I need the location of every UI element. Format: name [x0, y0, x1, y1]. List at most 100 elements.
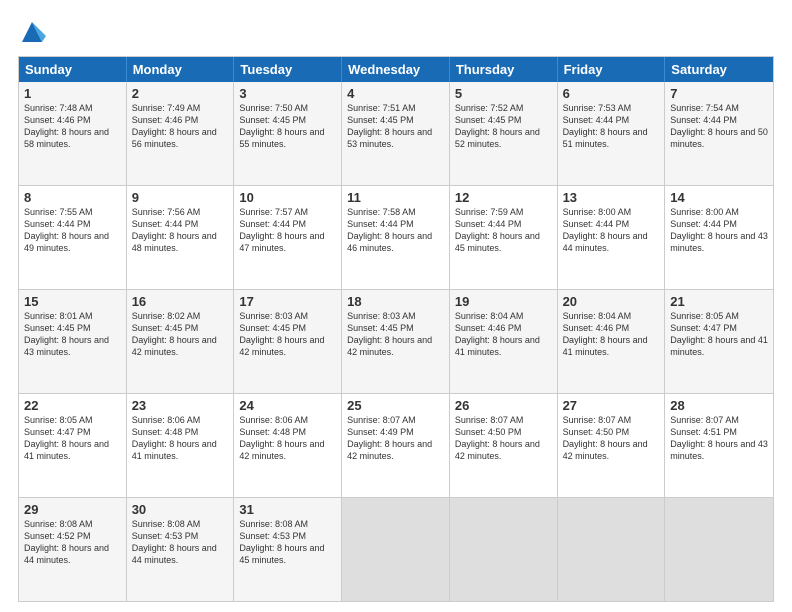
day-cell-24: 24 Sunrise: 8:06 AMSunset: 4:48 PMDayligh…	[234, 394, 342, 497]
cell-info: Sunrise: 7:57 AMSunset: 4:44 PMDaylight:…	[239, 207, 324, 253]
cell-info: Sunrise: 8:07 AMSunset: 4:50 PMDaylight:…	[455, 415, 540, 461]
day-number: 16	[132, 294, 229, 309]
calendar: SundayMondayTuesdayWednesdayThursdayFrid…	[18, 56, 774, 602]
cell-info: Sunrise: 8:02 AMSunset: 4:45 PMDaylight:…	[132, 311, 217, 357]
week-row-5: 29Sunrise: 8:08 AMSunset: 4:52 PMDayligh…	[19, 497, 773, 601]
cell-info: Sunrise: 8:08 AMSunset: 4:53 PMDaylight:…	[239, 519, 324, 565]
cell-info: Sunrise: 7:54 AMSunset: 4:44 PMDaylight:…	[670, 103, 768, 149]
cell-info: Sunrise: 8:03 AMSunset: 4:45 PMDaylight:…	[239, 311, 324, 357]
cell-info: Sunrise: 8:07 AMSunset: 4:49 PMDaylight:…	[347, 415, 432, 461]
day-cell-11: 11 Sunrise: 7:58 AMSunset: 4:44 PMDayligh…	[342, 186, 450, 289]
day-number: 10	[239, 190, 336, 205]
week-row-1: 1 Sunrise: 7:48 AMSunset: 4:46 PMDaylight…	[19, 82, 773, 185]
day-number: 2	[132, 86, 229, 101]
day-number: 30	[132, 502, 229, 517]
cell-info: Sunrise: 8:04 AMSunset: 4:46 PMDaylight:…	[563, 311, 648, 357]
day-cell-1: 1 Sunrise: 7:48 AMSunset: 4:46 PMDaylight…	[19, 82, 127, 185]
cell-info: Sunrise: 8:00 AMSunset: 4:44 PMDaylight:…	[563, 207, 648, 253]
week-row-4: 22Sunrise: 8:05 AMSunset: 4:47 PMDayligh…	[19, 393, 773, 497]
page: SundayMondayTuesdayWednesdayThursdayFrid…	[0, 0, 792, 612]
day-cell-13: 13Sunrise: 8:00 AMSunset: 4:44 PMDayligh…	[558, 186, 666, 289]
day-cell-16: 16 Sunrise: 8:02 AMSunset: 4:45 PMDayligh…	[127, 290, 235, 393]
day-header-thursday: Thursday	[450, 57, 558, 82]
day-number: 29	[24, 502, 121, 517]
day-cell-18: 18 Sunrise: 8:03 AMSunset: 4:45 PMDayligh…	[342, 290, 450, 393]
day-header-friday: Friday	[558, 57, 666, 82]
cell-info: Sunrise: 7:49 AMSunset: 4:46 PMDaylight:…	[132, 103, 217, 149]
day-number: 19	[455, 294, 552, 309]
day-cell-10: 10 Sunrise: 7:57 AMSunset: 4:44 PMDayligh…	[234, 186, 342, 289]
day-number: 20	[563, 294, 660, 309]
day-number: 31	[239, 502, 336, 517]
day-number: 24	[239, 398, 336, 413]
day-cell-28: 28 Sunrise: 8:07 AMSunset: 4:51 PMDayligh…	[665, 394, 773, 497]
day-cell-29: 29Sunrise: 8:08 AMSunset: 4:52 PMDayligh…	[19, 498, 127, 601]
day-header-monday: Monday	[127, 57, 235, 82]
calendar-body: 1 Sunrise: 7:48 AMSunset: 4:46 PMDaylight…	[19, 82, 773, 601]
day-number: 28	[670, 398, 768, 413]
day-number: 4	[347, 86, 444, 101]
day-header-wednesday: Wednesday	[342, 57, 450, 82]
day-number: 9	[132, 190, 229, 205]
day-cell-15: 15 Sunrise: 8:01 AMSunset: 4:45 PMDayligh…	[19, 290, 127, 393]
cell-info: Sunrise: 7:48 AMSunset: 4:46 PMDaylight:…	[24, 103, 109, 149]
day-number: 14	[670, 190, 768, 205]
day-number: 7	[670, 86, 768, 101]
cell-info: Sunrise: 8:01 AMSunset: 4:45 PMDaylight:…	[24, 311, 109, 357]
day-cell-27: 27 Sunrise: 8:07 AMSunset: 4:50 PMDayligh…	[558, 394, 666, 497]
day-number: 5	[455, 86, 552, 101]
day-number: 18	[347, 294, 444, 309]
week-row-3: 15 Sunrise: 8:01 AMSunset: 4:45 PMDayligh…	[19, 289, 773, 393]
day-cell-5: 5 Sunrise: 7:52 AMSunset: 4:45 PMDaylight…	[450, 82, 558, 185]
cell-info: Sunrise: 8:08 AMSunset: 4:53 PMDaylight:…	[132, 519, 217, 565]
day-cell-14: 14 Sunrise: 8:00 AMSunset: 4:44 PMDayligh…	[665, 186, 773, 289]
cell-info: Sunrise: 7:53 AMSunset: 4:44 PMDaylight:…	[563, 103, 648, 149]
day-cell-31: 31 Sunrise: 8:08 AMSunset: 4:53 PMDayligh…	[234, 498, 342, 601]
day-cell-6: 6 Sunrise: 7:53 AMSunset: 4:44 PMDaylight…	[558, 82, 666, 185]
day-number: 6	[563, 86, 660, 101]
cell-info: Sunrise: 8:00 AMSunset: 4:44 PMDaylight:…	[670, 207, 768, 253]
cell-info: Sunrise: 7:58 AMSunset: 4:44 PMDaylight:…	[347, 207, 432, 253]
cell-info: Sunrise: 8:06 AMSunset: 4:48 PMDaylight:…	[239, 415, 324, 461]
day-cell-3: 3 Sunrise: 7:50 AMSunset: 4:45 PMDaylight…	[234, 82, 342, 185]
day-cell-12: 12 Sunrise: 7:59 AMSunset: 4:44 PMDayligh…	[450, 186, 558, 289]
day-number: 27	[563, 398, 660, 413]
cell-info: Sunrise: 7:55 AMSunset: 4:44 PMDaylight:…	[24, 207, 109, 253]
cell-info: Sunrise: 8:04 AMSunset: 4:46 PMDaylight:…	[455, 311, 540, 357]
cell-info: Sunrise: 7:51 AMSunset: 4:45 PMDaylight:…	[347, 103, 432, 149]
day-number: 23	[132, 398, 229, 413]
empty-cell	[342, 498, 450, 601]
day-number: 17	[239, 294, 336, 309]
cell-info: Sunrise: 8:03 AMSunset: 4:45 PMDaylight:…	[347, 311, 432, 357]
day-cell-26: 26 Sunrise: 8:07 AMSunset: 4:50 PMDayligh…	[450, 394, 558, 497]
day-number: 12	[455, 190, 552, 205]
day-number: 8	[24, 190, 121, 205]
empty-cell	[450, 498, 558, 601]
cell-info: Sunrise: 7:56 AMSunset: 4:44 PMDaylight:…	[132, 207, 217, 253]
cell-info: Sunrise: 8:07 AMSunset: 4:51 PMDaylight:…	[670, 415, 768, 461]
day-number: 25	[347, 398, 444, 413]
logo	[18, 18, 48, 46]
day-cell-8: 8 Sunrise: 7:55 AMSunset: 4:44 PMDaylight…	[19, 186, 127, 289]
day-number: 11	[347, 190, 444, 205]
day-number: 15	[24, 294, 121, 309]
day-header-sunday: Sunday	[19, 57, 127, 82]
day-cell-7: 7 Sunrise: 7:54 AMSunset: 4:44 PMDaylight…	[665, 82, 773, 185]
day-header-tuesday: Tuesday	[234, 57, 342, 82]
cell-info: Sunrise: 8:07 AMSunset: 4:50 PMDaylight:…	[563, 415, 648, 461]
day-cell-19: 19 Sunrise: 8:04 AMSunset: 4:46 PMDayligh…	[450, 290, 558, 393]
cell-info: Sunrise: 7:52 AMSunset: 4:45 PMDaylight:…	[455, 103, 540, 149]
day-number: 3	[239, 86, 336, 101]
day-number: 26	[455, 398, 552, 413]
cell-info: Sunrise: 7:59 AMSunset: 4:44 PMDaylight:…	[455, 207, 540, 253]
day-number: 1	[24, 86, 121, 101]
day-number: 21	[670, 294, 768, 309]
empty-cell	[665, 498, 773, 601]
day-cell-20: 20 Sunrise: 8:04 AMSunset: 4:46 PMDayligh…	[558, 290, 666, 393]
day-cell-22: 22Sunrise: 8:05 AMSunset: 4:47 PMDayligh…	[19, 394, 127, 497]
cell-info: Sunrise: 7:50 AMSunset: 4:45 PMDaylight:…	[239, 103, 324, 149]
header	[18, 18, 774, 46]
day-number: 22	[24, 398, 121, 413]
day-cell-30: 30 Sunrise: 8:08 AMSunset: 4:53 PMDayligh…	[127, 498, 235, 601]
cell-info: Sunrise: 8:05 AMSunset: 4:47 PMDaylight:…	[670, 311, 768, 357]
